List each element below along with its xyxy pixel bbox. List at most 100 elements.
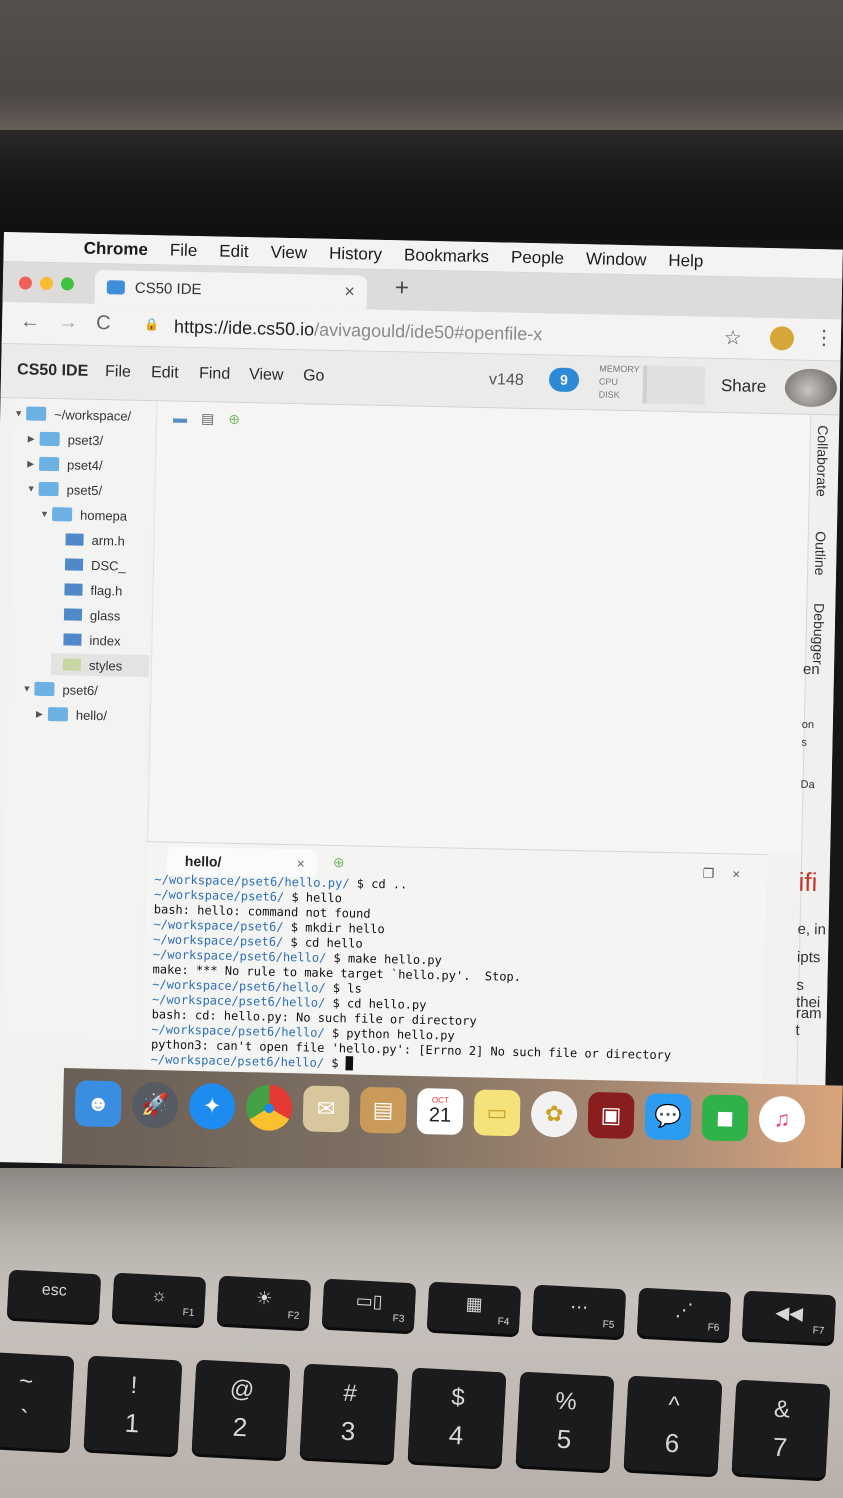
tree-item-pset4[interactable]: ▶ pset4/ [27,453,153,478]
ide-menu-file[interactable]: File [105,363,131,382]
minimize-window-button[interactable] [39,276,54,291]
new-terminal-icon[interactable]: ⊕ [333,854,345,871]
photo-booth-icon[interactable]: ▣ [587,1091,635,1139]
notification-badge[interactable]: 9 [548,367,580,393]
tree-item-homepa[interactable]: ▼ homepa [40,503,152,527]
tree-item-pset3[interactable]: ▶ pset3/ [27,428,153,453]
tree-item-hello[interactable]: ▶ hello/ [36,703,148,727]
ide-menu-go[interactable]: Go [303,367,325,385]
tree-item-index[interactable]: index [51,628,149,652]
new-tab-button[interactable]: + [395,274,410,302]
function-key[interactable]: ⋯ F5 [531,1284,627,1338]
tree-item-glass[interactable]: glass [52,603,150,627]
menubar-app-name[interactable]: Chrome [83,238,148,259]
calendar-day: 21 [428,1103,452,1127]
caret-down-icon[interactable]: ▼ [22,683,34,693]
caret-right-icon[interactable]: ▶ [36,708,48,719]
close-window-button[interactable] [18,276,33,290]
caret-down-icon[interactable]: ▼ [27,484,39,494]
function-key[interactable]: ☀ F2 [216,1275,312,1329]
mail-icon[interactable]: ✉ [302,1085,350,1133]
number-key[interactable]: #3 [299,1363,399,1463]
finder-icon[interactable]: ☻ [74,1080,122,1128]
function-key[interactable]: ▭▯ F3 [321,1278,417,1332]
collaborate-panel-tab[interactable]: Collaborate [814,425,831,497]
key-glyph: ▭▯ [355,1290,384,1312]
menubar-item-bookmarks[interactable]: Bookmarks [404,245,489,267]
contacts-icon[interactable]: ▤ [359,1086,407,1134]
tree-item-pset5[interactable]: ▼ pset5/ [26,478,152,503]
chrome-icon[interactable]: ● [245,1084,293,1132]
close-terminal-tab-icon[interactable]: × [296,855,305,871]
tree-item-dsc[interactable]: DSC_ [53,553,151,577]
launchpad-icon[interactable]: 🚀 [131,1081,179,1129]
number-key[interactable]: ^ 6 [623,1375,723,1475]
itunes-icon[interactable]: ♫ [758,1095,806,1143]
back-icon[interactable]: ← [20,310,58,333]
menubar-item-file[interactable]: File [170,240,198,261]
folder-icon [38,481,59,497]
tree-item-styles[interactable]: styles [50,653,150,678]
caret-right-icon[interactable]: ▶ [27,458,39,469]
ide-menu-edit[interactable]: Edit [151,364,179,383]
tree-item-arm-h[interactable]: arm.h [53,528,151,552]
reload-icon[interactable]: C [96,312,129,335]
restore-icon[interactable]: ❐ [703,866,715,881]
editor-pane[interactable]: ▬ ▤ ⊕ [147,401,811,855]
terminal-pane[interactable]: hello/ × ⊕ ❐ × ~/workspace/pset6/hello.p… [142,841,768,1085]
menubar-item-people[interactable]: People [511,247,564,268]
zoom-window-button[interactable] [60,277,75,291]
caret-right-icon[interactable]: ▶ [28,433,40,444]
folder-icon[interactable]: ▬ [173,410,187,427]
safari-icon[interactable]: ✦ [188,1082,236,1130]
caret-down-icon[interactable]: ▼ [40,509,52,519]
folder-icon [34,681,55,697]
number-key[interactable]: ~ ` [0,1351,75,1451]
notes-icon[interactable]: ▭ [473,1089,521,1137]
menubar-item-window[interactable]: Window [586,249,647,270]
function-key[interactable]: ▦ F4 [426,1281,522,1335]
esc-key[interactable]: esc [6,1269,102,1323]
forward-icon[interactable]: → [58,311,96,334]
function-key[interactable]: ☼ F1 [111,1272,207,1326]
new-file-icon[interactable]: ▤ [201,410,215,427]
caret-down-icon[interactable]: ▼ [14,408,26,418]
url-field[interactable]: https://ide.cs50.io/avivagould/ide50#ope… [174,317,543,346]
memory-label: MEMORY [599,363,640,375]
browser-tab-cs50-ide[interactable]: CS50 IDE × [94,269,368,310]
debugger-panel-tab[interactable]: Debugger [810,603,827,665]
menubar-item-help[interactable]: Help [668,250,703,271]
user-avatar[interactable] [784,368,838,408]
outline-panel-tab[interactable]: Outline [812,531,829,576]
function-key[interactable]: ⋰ F6 [636,1287,732,1341]
ide-menu-view[interactable]: View [249,366,284,385]
add-icon[interactable]: ⊕ [228,411,240,428]
calendar-icon[interactable]: OCT 21 [416,1088,464,1136]
number-key[interactable]: & 7 [731,1379,831,1479]
bookmark-star-icon[interactable]: ☆ [724,325,742,350]
tree-item-flag-h[interactable]: flag.h [52,578,150,602]
prompt-path: ~/workspace/pset6/hello/ [150,1052,325,1070]
number-key[interactable]: % 5 [515,1371,615,1471]
tree-item-pset6[interactable]: ▼ pset6/ [22,677,148,702]
ide-menu-find[interactable]: Find [199,365,230,384]
share-button[interactable]: Share [721,376,767,397]
menubar-item-edit[interactable]: Edit [219,241,249,262]
terminal-output[interactable]: ~/workspace/pset6/hello.py/ $ cd .. ~/wor… [151,872,675,1078]
apple-menu-icon[interactable] [4,246,44,247]
profile-avatar[interactable] [769,326,795,351]
close-tab-icon[interactable]: × [344,281,355,302]
number-key[interactable]: ! 1 [83,1355,183,1455]
messages-icon[interactable]: 💬 [644,1093,692,1141]
close-pane-icon[interactable]: × [732,866,740,881]
number-key[interactable]: @2 [191,1359,291,1459]
facetime-icon[interactable]: ◼ [701,1094,749,1142]
photos-icon[interactable]: ✿ [530,1090,578,1138]
more-menu-icon[interactable]: ⋮ [814,325,835,350]
menubar-item-view[interactable]: View [270,242,307,263]
number-key[interactable]: $4 [407,1367,507,1467]
key-label: F1 [182,1307,195,1319]
tree-item--workspace[interactable]: ▼ ~/workspace/ [14,402,154,427]
menubar-item-history[interactable]: History [329,243,382,264]
function-key[interactable]: ◀◀ F7 [741,1290,837,1344]
